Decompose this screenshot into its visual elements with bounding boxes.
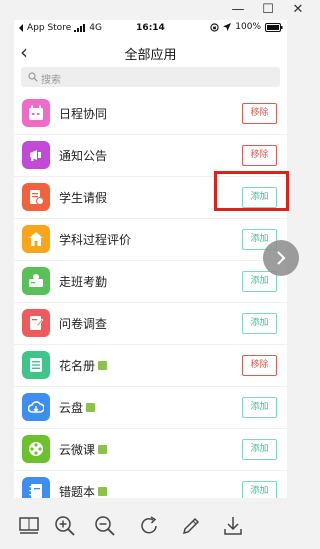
app-row: 问卷调查 添加 [14,303,287,345]
app-name-container: 通知公告 [59,147,107,164]
remove-app-button[interactable]: 移除 [242,145,277,166]
zoom-in-button[interactable] [54,515,76,537]
download-button[interactable] [222,515,244,537]
phone-screen: App Store 4G 16:14 100% ‹ 全部应用 搜索 日程协同 移除… [14,20,287,498]
chevron-right-icon [277,251,286,265]
window-title-bar: — ☐ ✕ [0,0,320,20]
next-page-button[interactable] [263,240,299,276]
app-row: 花名册 移除 [14,345,287,387]
attendance-icon [29,274,43,287]
app-row: 云微课 添加 [14,429,287,471]
add-app-button[interactable]: 添加 [242,271,277,292]
rotate-button[interactable] [138,515,160,537]
notebook-icon [29,484,42,498]
status-bar: App Store 4G 16:14 100% [14,20,287,38]
app-row: 学生请假 添加 [14,177,287,219]
fit-view-button[interactable] [18,515,40,537]
search-icon [28,72,38,82]
app-tag-icon [98,361,108,370]
app-name: 学生请假 [59,191,108,205]
search-input[interactable]: 搜索 [21,67,280,87]
remove-app-button[interactable]: 移除 [242,355,277,376]
add-app-button[interactable]: 添加 [242,313,277,334]
app-name: 走班考勤 [59,275,108,289]
survey-icon [30,316,44,330]
download-icon [224,517,242,535]
megaphone-icon [30,150,41,161]
app-name-container: 云盘 [59,399,96,416]
zoom-out-icon [95,516,115,536]
viewer-toolbar [0,503,320,549]
calendar-icon [29,105,43,120]
app-name-container: 花名册 [59,357,108,374]
app-icon-tile [22,477,50,498]
app-tag-icon [86,403,96,412]
app-name-container: 日程协同 [59,105,107,122]
add-app-button[interactable]: 添加 [242,439,277,460]
app-row: 走班考勤 添加 [14,261,287,303]
app-row: 日程协同 移除 [14,93,287,135]
location-icon [223,23,232,31]
pen-button[interactable] [180,515,202,537]
nav-bar: ‹ 全部应用 [14,38,287,66]
add-app-button[interactable]: 添加 [242,187,277,208]
app-name: 日程协同 [59,107,108,121]
app-name: 云盘 [59,401,84,415]
page-title: 全部应用 [124,48,177,63]
app-icon-tile [22,267,50,295]
battery-icon [265,22,283,32]
app-name-container: 学科过程评价 [59,231,131,248]
app-icon-tile [22,225,50,253]
rotate-icon [141,516,157,534]
fit-view-icon [19,517,39,534]
app-icon-tile [22,309,50,337]
app-row: 云盘 添加 [14,387,287,429]
app-icon-tile [22,99,50,127]
zoom-out-button[interactable] [94,515,116,537]
app-icon-tile [22,351,50,379]
search-placeholder: 搜索 [41,75,61,86]
app-icon-tile [22,141,50,169]
app-row: 错题本 添加 [14,471,287,498]
home-star-icon [29,232,43,246]
app-name: 错题本 [59,485,96,498]
app-row: 学科过程评价 添加 [14,219,287,261]
app-name: 花名册 [59,359,96,373]
app-name-container: 走班考勤 [59,273,107,290]
app-icon-tile [22,393,50,421]
app-name-container: 错题本 [59,483,108,498]
minimize-button[interactable]: — [230,2,246,18]
pen-icon [182,517,200,535]
orientation-lock-icon [210,22,219,32]
zoom-in-icon [55,516,75,536]
app-name: 云微课 [59,443,96,457]
maximize-button[interactable]: ☐ [260,2,276,18]
film-reel-icon [29,442,43,456]
app-name: 学科过程评价 [59,233,132,247]
app-name-container: 问卷调查 [59,315,107,332]
app-icon-tile [22,435,50,463]
app-icon-tile [22,183,50,211]
app-row: 通知公告 移除 [14,135,287,177]
add-app-button[interactable]: 添加 [242,397,277,418]
close-button[interactable]: ✕ [290,2,306,18]
battery-percent: 100% [235,22,261,32]
leave-form-icon [30,190,44,205]
roster-icon [30,358,42,372]
app-name-container: 学生请假 [59,189,107,206]
app-name-container: 云微课 [59,441,108,458]
remove-app-button[interactable]: 移除 [242,103,277,124]
app-name: 问卷调查 [59,317,108,331]
cloud-icon [28,401,44,413]
add-app-button[interactable]: 添加 [242,481,277,498]
app-tag-icon [98,445,108,454]
app-list: 日程协同 移除 通知公告 移除 学生请假 添加 学科过程评价 添加 走班考勤 添加 问卷调查 添加 花名… [14,93,287,498]
app-name: 通知公告 [59,149,108,163]
app-tag-icon [98,487,108,496]
